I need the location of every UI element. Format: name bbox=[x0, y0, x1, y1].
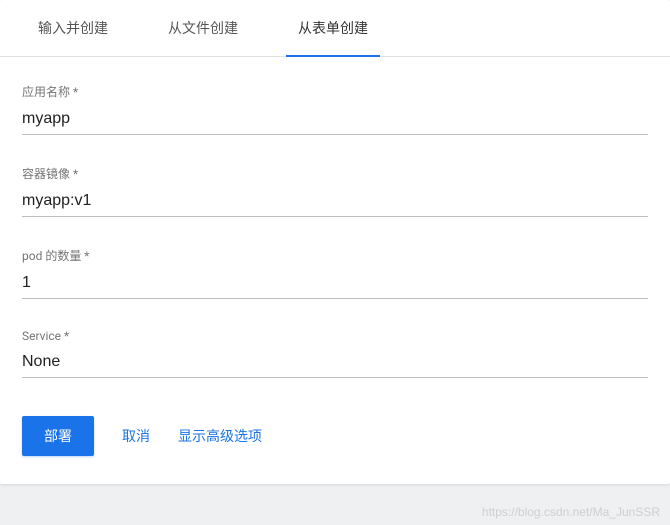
input-container-image[interactable] bbox=[22, 188, 648, 217]
actions-row: 部署 取消 显示高级选项 bbox=[22, 408, 648, 464]
tab-create-from-input[interactable]: 输入并创建 bbox=[8, 0, 138, 56]
field-container-image: 容器镜像 * bbox=[22, 165, 648, 217]
tab-create-from-file[interactable]: 从文件创建 bbox=[138, 0, 268, 56]
label-service: Service * bbox=[22, 329, 648, 343]
form-card: 输入并创建 从文件创建 从表单创建 应用名称 * 容器镜像 * pod 的数量 … bbox=[0, 0, 670, 484]
deploy-button[interactable]: 部署 bbox=[22, 416, 94, 456]
watermark-text: https://blog.csdn.net/Ma_JunSSR bbox=[482, 505, 660, 519]
input-service[interactable] bbox=[22, 349, 648, 378]
tabs-container: 输入并创建 从文件创建 从表单创建 bbox=[0, 0, 670, 57]
field-app-name: 应用名称 * bbox=[22, 83, 648, 135]
label-container-image: 容器镜像 * bbox=[22, 165, 648, 182]
cancel-button[interactable]: 取消 bbox=[122, 426, 150, 446]
field-service: Service * bbox=[22, 329, 648, 378]
form-body: 应用名称 * 容器镜像 * pod 的数量 * Service * 部署 取消 … bbox=[0, 57, 670, 484]
show-advanced-button[interactable]: 显示高级选项 bbox=[178, 426, 262, 446]
label-pod-count: pod 的数量 * bbox=[22, 247, 648, 264]
label-app-name: 应用名称 * bbox=[22, 83, 648, 100]
tab-create-from-form[interactable]: 从表单创建 bbox=[268, 0, 398, 56]
input-app-name[interactable] bbox=[22, 106, 648, 135]
input-pod-count[interactable] bbox=[22, 270, 648, 299]
field-pod-count: pod 的数量 * bbox=[22, 247, 648, 299]
